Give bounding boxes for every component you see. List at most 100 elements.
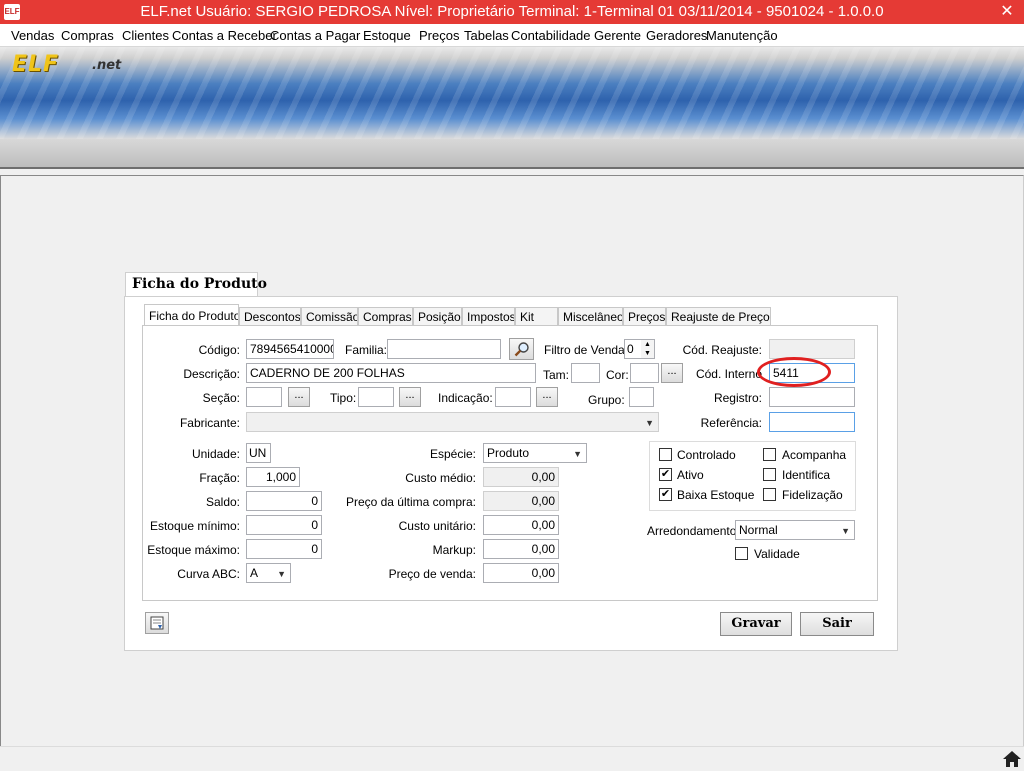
tab-comissao[interactable]: Comissão [301,307,358,325]
curva-abc-select[interactable]: A ▼ [246,563,291,583]
saldo-field[interactable]: 0 [246,491,322,511]
custo-medio-field[interactable]: 0,00 [483,467,559,487]
menu-manutencao[interactable]: Manutenção [706,28,778,43]
close-button[interactable]: ✕ [990,0,1024,24]
tab-precos[interactable]: Preços [623,307,666,325]
grupo-label: Grupo: [588,393,625,407]
chevron-down-icon: ▼ [573,449,582,459]
estoque-maximo-field[interactable]: 0 [246,539,322,559]
cod-reajuste-label: Cód. Reajuste: [682,343,762,357]
menu-bar: Vendas Compras Clientes Contas a Receber… [0,24,1024,47]
tab-descontos[interactable]: Descontos [239,307,301,325]
familia-label: Familia: [345,343,388,357]
registro-field[interactable] [769,387,855,407]
familia-field[interactable] [387,339,501,359]
menu-clientes[interactable]: Clientes [122,28,169,43]
fidelizacao-checkbox[interactable] [763,488,776,501]
menu-contabilidade[interactable]: Contabilidade [511,28,591,43]
saldo-label: Saldo: [205,495,240,509]
acompanha-checkbox[interactable] [763,448,776,461]
markup-field[interactable]: 0,00 [483,539,559,559]
grupo-field[interactable] [629,387,654,407]
menu-gerente[interactable]: Gerente [594,28,641,43]
controlado-checkbox[interactable] [659,448,672,461]
filtro-venda-field[interactable]: 0 [624,339,642,359]
ativo-label: Ativo [677,468,704,482]
spin-down-icon[interactable]: ▼ [641,349,654,358]
chevron-down-icon: ▼ [841,526,850,536]
menu-tabelas[interactable]: Tabelas [464,28,509,43]
fabricante-select[interactable]: ▼ [246,412,659,432]
referencia-field[interactable] [769,412,855,432]
title-bar: ELF.net Usuário: SERGIO PEDROSA Nível: P… [0,0,1024,24]
codigo-field[interactable]: 7894565410000 [246,339,334,359]
indicacao-field[interactable] [495,387,531,407]
indicacao-lookup-button[interactable]: ... [536,387,558,407]
chevron-down-icon: ▼ [645,418,654,428]
identifica-checkbox[interactable] [763,468,776,481]
cod-interno-label: Cód. Interno [695,367,762,381]
tab-reajuste-precos[interactable]: Reajuste de Preços [666,307,771,325]
secao-field[interactable] [246,387,282,407]
home-icon[interactable] [1002,750,1022,768]
cod-reajuste-field[interactable] [769,339,855,359]
arredondamento-select[interactable]: Normal ▼ [735,520,855,540]
referencia-label: Referência: [700,416,762,430]
tab-impostos[interactable]: Impostos [462,307,515,325]
custo-unitario-field[interactable]: 0,00 [483,515,559,535]
preco-venda-field[interactable]: 0,00 [483,563,559,583]
tipo-lookup-button[interactable]: ... [399,387,421,407]
menu-estoque[interactable]: Estoque [363,28,411,43]
acompanha-label: Acompanha [782,448,847,462]
tab-compras[interactable]: Compras [358,307,413,325]
unidade-field[interactable]: UN [246,443,271,463]
tam-field[interactable] [571,363,600,383]
descricao-label: Descrição: [183,367,240,381]
descricao-field[interactable]: CADERNO DE 200 FOLHAS [246,363,536,383]
secao-lookup-button[interactable]: ... [288,387,310,407]
filtro-venda-label: Filtro de Venda: [544,343,629,357]
ativo-checkbox[interactable]: ✔ [659,468,672,481]
cor-field[interactable] [630,363,659,383]
especie-value: Produto [487,446,530,460]
preco-ultima-compra-label: Preço da última compra: [345,495,476,509]
registro-label: Registro: [713,391,762,405]
elf-logo-suffix: .net [92,58,122,73]
window-title: ELF.net Usuário: SERGIO PEDROSA Nível: P… [140,3,884,20]
tab-kit[interactable]: Kit [515,307,558,325]
spin-up-icon[interactable]: ▲ [641,340,654,349]
fracao-field[interactable]: 1,000 [246,467,300,487]
estoque-minimo-field[interactable]: 0 [246,515,322,535]
preco-ultima-compra-field[interactable]: 0,00 [483,491,559,511]
tab-ficha-produto[interactable]: Ficha do Produto [144,304,239,326]
export-button[interactable] [145,612,169,634]
secao-label: Seção: [202,391,240,405]
baixa-estoque-checkbox[interactable]: ✔ [659,488,672,501]
status-bar [0,746,1024,771]
elf-logo: ELF [12,52,60,77]
familia-search-button[interactable] [509,338,534,360]
validade-label: Validade [754,547,800,561]
menu-geradores[interactable]: Geradores [646,28,707,43]
markup-label: Markup: [432,543,476,557]
arredondamento-label: Arredondamento: [647,524,740,538]
gravar-button[interactable]: Gravar [720,612,792,636]
fabricante-label: Fabricante: [179,416,240,430]
validade-checkbox[interactable] [735,547,748,560]
tab-miscelaneo[interactable]: Miscelâneo [558,307,623,325]
curva-abc-label: Curva ABC: [177,567,240,581]
menu-compras[interactable]: Compras [61,28,114,43]
especie-label: Espécie: [429,447,476,461]
menu-contas-receber[interactable]: Contas a Receber [172,28,277,43]
sair-button[interactable]: Sair [800,612,874,636]
filtro-venda-spinner[interactable]: ▲ ▼ [641,339,655,359]
banner-toolbar-strip [0,139,1024,169]
menu-precos[interactable]: Preços [419,28,459,43]
document-export-icon [150,616,164,630]
menu-contas-pagar[interactable]: Contas a Pagar [270,28,360,43]
especie-select[interactable]: Produto ▼ [483,443,587,463]
tipo-field[interactable] [358,387,394,407]
tipo-label: Tipo: [330,391,357,405]
menu-vendas[interactable]: Vendas [11,28,54,43]
tab-posicao[interactable]: Posição [413,307,462,325]
